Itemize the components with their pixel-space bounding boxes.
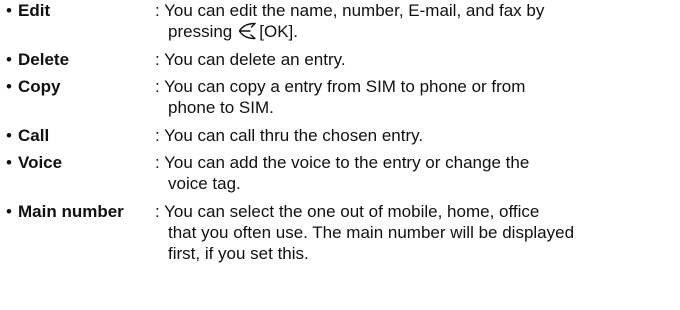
description-call-line-1: : You can call thru the chosen entry. [155, 126, 424, 145]
term-voice: Voice [18, 153, 63, 172]
bullet: • [6, 77, 12, 96]
description-edit-line-1: : You can edit the name, number, E-mail,… [155, 1, 545, 20]
bullet: • [6, 202, 12, 221]
description-main-number-line-3: first, if you set this. [168, 244, 309, 263]
term-main-number: Main number [18, 202, 124, 221]
description-main-number-line-2: that you often use. The main number will… [168, 223, 575, 242]
description-copy-line-1: : You can copy a entry from SIM to phone… [155, 77, 526, 96]
description-main-number-line-1: : You can select the one out of mobile, … [155, 202, 540, 221]
left-softkey-icon [236, 21, 257, 41]
description-delete-line-1: : You can delete an entry. [155, 50, 346, 69]
term-edit: Edit [18, 1, 51, 20]
description-voice-line-1: : You can add the voice to the entry or … [155, 153, 530, 172]
term-copy: Copy [18, 77, 61, 96]
description-edit-line-2: pressing [OK]. [168, 21, 298, 41]
description-copy-line-2: phone to SIM. [168, 98, 274, 117]
term-call: Call [18, 126, 50, 145]
menu-option-list: • Edit : You can edit the name, number, … [0, 0, 680, 310]
term-delete: Delete [18, 50, 70, 69]
bullet: • [6, 126, 12, 145]
bullet: • [6, 1, 12, 20]
description-voice-line-2: voice tag. [168, 174, 241, 193]
bullet: • [6, 50, 12, 69]
bullet: • [6, 153, 12, 172]
